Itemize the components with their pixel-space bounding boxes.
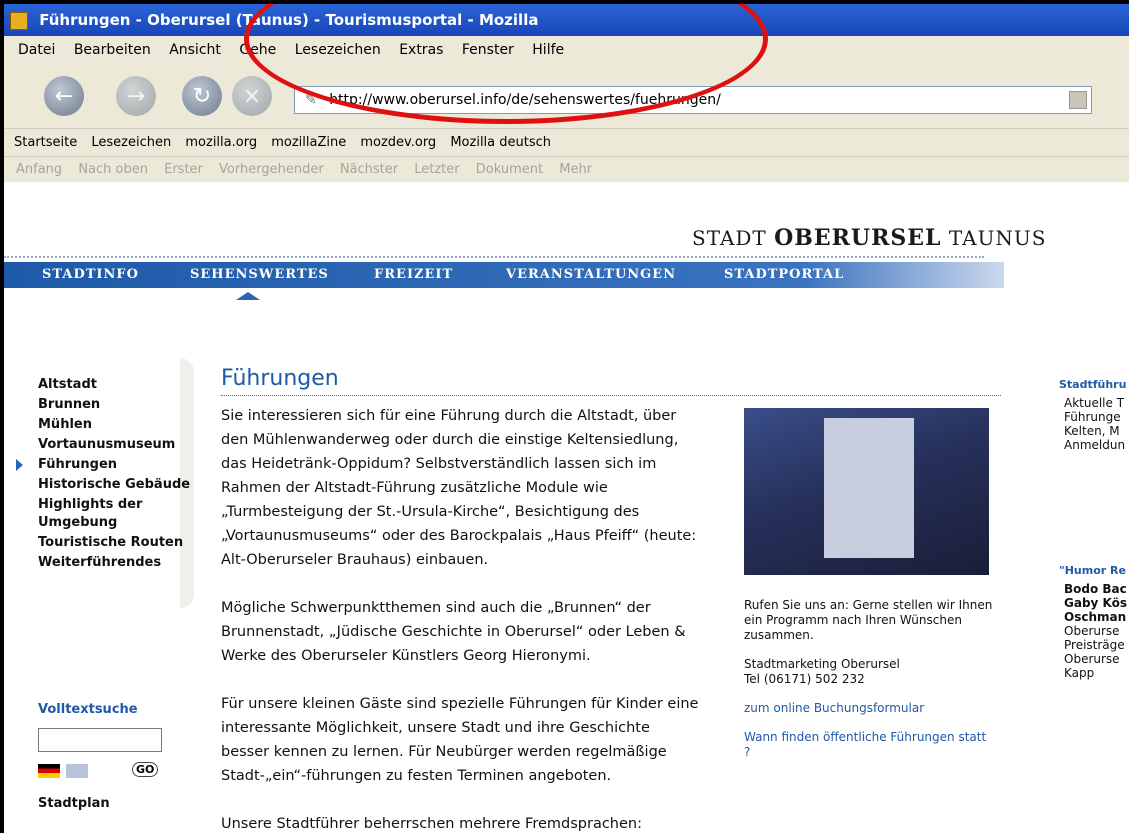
right-teaser-text-2: Bodo Bac Gaby Kös Oschman Oberurse Preis… — [1064, 582, 1127, 680]
reload-button[interactable]: ↻ — [182, 76, 222, 116]
photo-building — [824, 418, 914, 558]
tour-photo — [744, 408, 989, 575]
contact-block: Stadtmarketing Oberursel Tel (06171) 502… — [744, 657, 994, 687]
bookmark-startseite[interactable]: Startseite — [14, 135, 77, 150]
right-line: Führunge — [1064, 410, 1121, 424]
leftnav-vortaunusmuseum[interactable]: Vortaunusmuseum — [38, 436, 190, 454]
leftnav-weiterfuehrendes[interactable]: Weiterführendes — [38, 554, 190, 572]
right-line: Preisträge — [1064, 638, 1125, 652]
sitenav-naechster[interactable]: Nächster — [340, 162, 398, 177]
public-tours-link[interactable]: Wann finden öffentliche Führungen statt … — [744, 730, 994, 760]
right-bold-line: Bodo Bac — [1064, 582, 1127, 596]
logo-pre: STADT — [692, 226, 767, 250]
leftnav-fuehrungen[interactable]: Führungen — [15, 456, 190, 474]
paragraph-languages: Unsere Stadtführer beherrschen mehrere F… — [221, 816, 642, 832]
bookmark-mozilla-org[interactable]: mozilla.org — [185, 135, 257, 150]
sitenav-letzter[interactable]: Letzter — [414, 162, 459, 177]
right-teaser-text-1: Aktuelle T Führunge Kelten, M Anmeldun — [1064, 396, 1125, 452]
bookmark-mozdev[interactable]: mozdev.org — [360, 135, 436, 150]
leftnav-highlights[interactable]: Highlights der Umgebung — [38, 496, 188, 532]
stop-icon: × — [242, 83, 262, 109]
contact-phone: Tel (06171) 502 232 — [744, 672, 865, 686]
paragraph-intro: Sie interessieren sich für eine Führung … — [221, 408, 697, 568]
logo-post: TAUNUS — [948, 226, 1047, 250]
sitenav-anfang[interactable]: Anfang — [16, 162, 62, 177]
site-navigation-bar: Anfang Nach oben Erster Vorhergehender N… — [4, 156, 1129, 183]
menu-bearbeiten[interactable]: Bearbeiten — [74, 42, 151, 58]
mainnav-stadtportal[interactable]: STADTPORTAL — [724, 262, 844, 288]
menu-ansicht[interactable]: Ansicht — [169, 42, 221, 58]
call-text: Rufen Sie uns an: Gerne stellen wir Ihne… — [744, 598, 993, 642]
leftnav-muehlen[interactable]: Mühlen — [38, 416, 190, 434]
active-section-marker — [236, 292, 260, 300]
page-title: Führungen — [221, 366, 339, 391]
right-teaser-title-2[interactable]: "Humor Re — [1059, 564, 1126, 577]
leftnav-historische-gebaeude[interactable]: Historische Gebäude — [38, 476, 190, 494]
web-page: STADT OBERURSEL TAUNUS STADTINFO SEHENSW… — [4, 182, 1129, 833]
right-line: Aktuelle T — [1064, 396, 1125, 410]
left-navigation: Altstadt Brunnen Mühlen Vortaunusmuseum … — [15, 376, 190, 574]
bookmark-mozillazine[interactable]: mozillaZine — [271, 135, 346, 150]
english-flag-icon[interactable] — [66, 764, 88, 778]
sitenav-nach-oben[interactable]: Nach oben — [78, 162, 148, 177]
booking-form-link[interactable]: zum online Buchungsformular — [744, 701, 994, 716]
bookmark-mozilla-deutsch[interactable]: Mozilla deutsch — [450, 135, 551, 150]
browser-window: Führungen - Oberursel (Taunus) - Tourism… — [4, 4, 1129, 833]
leftnav-touristische-routen[interactable]: Touristische Routen — [38, 534, 190, 552]
logo-name: OBERURSEL — [774, 225, 942, 251]
paragraph-themes: Mögliche Schwerpunktthemen sind auch die… — [221, 600, 686, 664]
mainnav-freizeit[interactable]: FREIZEIT — [374, 262, 453, 288]
title-divider — [221, 395, 1001, 396]
reload-icon: ↻ — [192, 83, 212, 109]
search-title: Volltextsuche — [38, 702, 138, 717]
contact-name: Stadtmarketing Oberursel — [744, 657, 900, 671]
right-bold-line: Gaby Kös — [1064, 596, 1128, 610]
leftnav-altstadt[interactable]: Altstadt — [38, 376, 190, 394]
stop-button[interactable]: × — [232, 76, 272, 116]
sitenav-erster[interactable]: Erster — [164, 162, 203, 177]
right-line: Oberurse — [1064, 652, 1120, 666]
right-line: Kelten, M — [1064, 424, 1120, 438]
right-bold-line: Oschman — [1064, 610, 1127, 624]
header-divider — [4, 256, 984, 258]
forward-arrow-icon: → — [126, 83, 146, 109]
right-line: Kapp — [1064, 666, 1095, 680]
sitenav-dokument[interactable]: Dokument — [476, 162, 543, 177]
paragraph-kids: Für unsere kleinen Gäste sind spezielle … — [221, 696, 699, 784]
search-go-button[interactable]: GO — [132, 762, 159, 777]
mainnav-stadtinfo[interactable]: STADTINFO — [42, 262, 139, 288]
main-navigation: STADTINFO SEHENSWERTES FREIZEIT VERANSTA… — [4, 262, 1004, 288]
bookmark-lesezeichen[interactable]: Lesezeichen — [91, 135, 171, 150]
mainnav-sehenswertes[interactable]: SEHENSWERTES — [190, 262, 329, 288]
main-content: Sie interessieren sich für eine Führung … — [221, 404, 701, 833]
leftnav-brunnen[interactable]: Brunnen — [38, 396, 190, 414]
menu-datei[interactable]: Datei — [18, 42, 55, 58]
sitenav-vorhergehender[interactable]: Vorhergehender — [219, 162, 324, 177]
right-line: Oberurse — [1064, 624, 1120, 638]
mozilla-icon — [10, 11, 28, 30]
sitenav-mehr[interactable]: Mehr — [559, 162, 592, 177]
search-input[interactable] — [38, 728, 162, 752]
contact-box: Rufen Sie uns an: Gerne stellen wir Ihne… — [744, 598, 994, 774]
right-line: Anmeldun — [1064, 438, 1126, 452]
back-arrow-icon: ← — [54, 83, 74, 109]
url-dropdown-button[interactable] — [1069, 91, 1087, 109]
site-logo[interactable]: STADT OBERURSEL TAUNUS — [692, 225, 1047, 251]
stadtplan-link[interactable]: Stadtplan — [38, 796, 110, 811]
bookmarks-toolbar: Startseite Lesezeichen mozilla.org mozil… — [4, 128, 1129, 157]
forward-button[interactable]: → — [116, 76, 156, 116]
mainnav-veranstaltungen[interactable]: VERANSTALTUNGEN — [506, 262, 676, 288]
right-teaser-title-1[interactable]: Stadtführu — [1059, 378, 1126, 391]
german-flag-icon[interactable] — [38, 764, 60, 778]
back-button[interactable]: ← — [44, 76, 84, 116]
